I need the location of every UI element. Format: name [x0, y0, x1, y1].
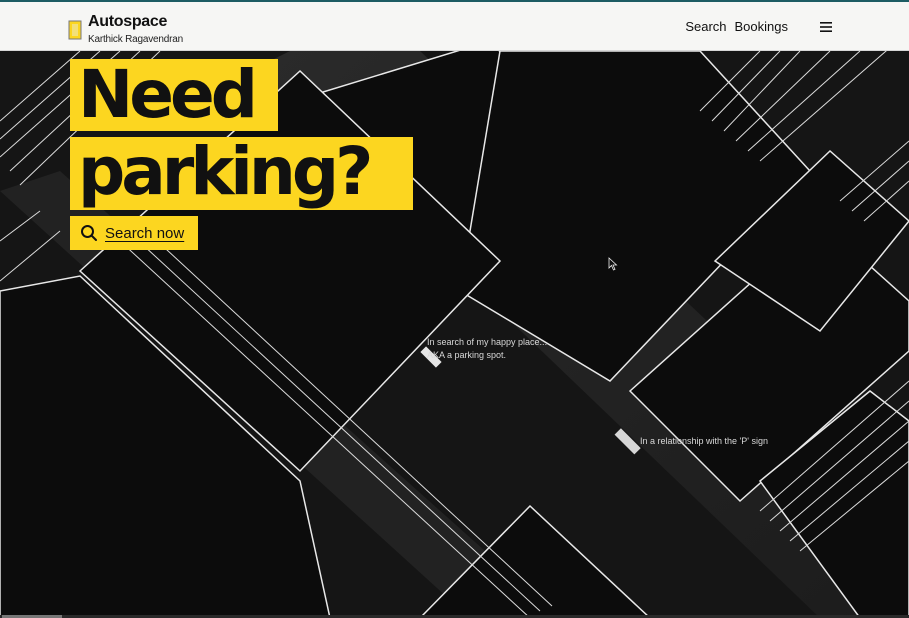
- hero-section: Need parking? Search now In search of my…: [0, 51, 909, 618]
- search-icon: [81, 225, 97, 241]
- caption-happy-place-line-1: In search of my happy place...: [427, 337, 548, 347]
- brand-subtitle: Karthick Ragavendran: [88, 34, 183, 45]
- caption-happy-place: In search of my happy place... AKA a par…: [427, 336, 547, 362]
- brand-title: Autospace: [88, 13, 168, 30]
- nav-bookings-link[interactable]: Bookings: [735, 19, 788, 34]
- nav-search-link[interactable]: Search: [685, 19, 726, 34]
- site-header: Autospace Karthick Ragavendran Search Bo…: [0, 2, 909, 51]
- caption-happy-place-line-2: AKA a parking spot.: [427, 350, 507, 360]
- parking-logo-icon: [68, 20, 82, 40]
- search-now-button[interactable]: Search now: [70, 216, 198, 250]
- caption-p-sign: In a relationship with the 'P' sign: [640, 436, 769, 446]
- mouse-pointer-icon: [608, 257, 618, 271]
- hamburger-menu-icon[interactable]: [818, 20, 834, 34]
- search-now-label: Search now: [105, 224, 185, 242]
- main-nav: Search Bookings: [677, 19, 834, 34]
- headline-line-1: Need: [70, 59, 278, 131]
- headline-line-2: parking?: [70, 137, 413, 210]
